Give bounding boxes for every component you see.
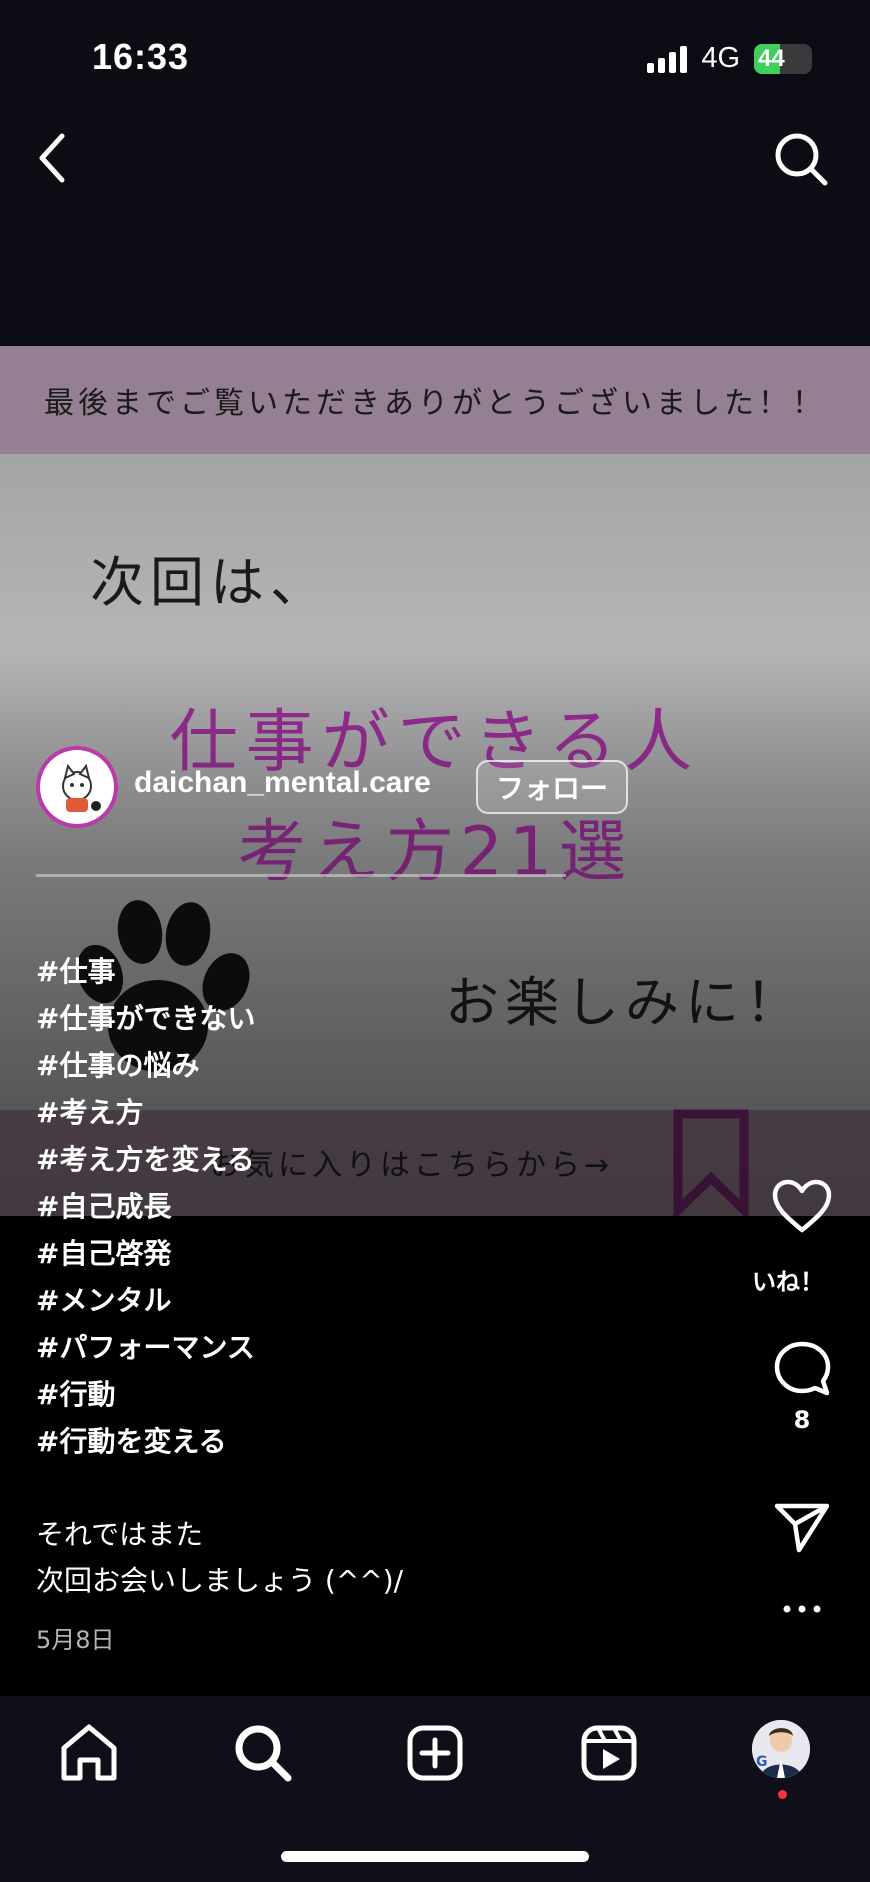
status-time: 16:33 (92, 36, 190, 77)
more-button[interactable] (762, 1604, 842, 1614)
hashtag-link[interactable]: #仕事の悩み (36, 1042, 255, 1089)
svg-text:G: G (756, 1754, 768, 1770)
hashtag-link[interactable]: #自己啓発 (36, 1230, 255, 1277)
more-icon (783, 1605, 821, 1613)
hashtag-list: #仕事 #仕事ができない #仕事の悩み #考え方 #考え方を変える #自己成長 #自己啓発 #… (36, 948, 255, 1465)
comment-button[interactable]: 8 (762, 1340, 842, 1434)
reels-icon[interactable] (578, 1722, 640, 1784)
post-footer-text: お気に入りはこちらから→ (210, 1148, 614, 1183)
status-indicators: 4G 44 (647, 42, 812, 75)
battery-level: 44 (758, 44, 785, 72)
battery-icon: 44 (754, 43, 812, 74)
notification-dot (778, 1790, 787, 1799)
add-icon[interactable] (404, 1722, 466, 1784)
hashtag-link[interactable]: #考え方を変える (36, 1136, 255, 1183)
profile-avatar-image: G (752, 1720, 810, 1778)
like-button[interactable] (762, 1178, 842, 1234)
hashtag-link[interactable]: #行動 (36, 1371, 255, 1418)
comment-icon (774, 1341, 831, 1396)
author-username[interactable]: daichan_mental.care (134, 766, 431, 800)
author-avatar[interactable] (36, 746, 118, 828)
search-icon[interactable] (772, 130, 830, 188)
hashtag-link[interactable]: #自己成長 (36, 1183, 255, 1230)
caption-line1: それではまた (36, 1518, 204, 1551)
post-title-line2: 考え方21選 (237, 813, 633, 892)
cat-mascot-icon (62, 763, 101, 812)
divider (36, 874, 566, 877)
avatar-image (40, 750, 114, 824)
hashtag-link[interactable]: #パフォーマンス (36, 1324, 255, 1371)
bookmark-icon (673, 1109, 749, 1216)
heart-icon (772, 1179, 832, 1233)
post-banner: 最後までご覧いただきありがとうございました！！ (0, 346, 870, 454)
search-icon[interactable] (232, 1722, 294, 1784)
follow-button[interactable]: フォロー (476, 760, 628, 814)
signal-icon (647, 45, 688, 73)
home-indicator (281, 1851, 589, 1862)
hashtag-link[interactable]: #仕事 (36, 948, 255, 995)
chevron-left-icon[interactable] (30, 128, 74, 188)
hashtag-link[interactable]: #メンタル (36, 1277, 255, 1324)
profile-avatar[interactable]: G (752, 1720, 810, 1778)
hashtag-link[interactable]: #考え方 (36, 1089, 255, 1136)
share-button[interactable] (762, 1500, 842, 1554)
caption-line2: 次回お会いしましょう (^^)/ (36, 1564, 404, 1597)
send-icon (774, 1503, 830, 1553)
hashtag-link[interactable]: #行動を変える (36, 1418, 255, 1465)
caption-text: それではまた 次回お会いしましょう (^^)/ (36, 1512, 403, 1604)
home-icon[interactable] (58, 1722, 120, 1784)
post-banner-text: 最後までご覧いただきありがとうございました！！ (44, 386, 826, 421)
network-label: 4G (701, 42, 740, 74)
post-next-text: 次回は、 (90, 551, 330, 614)
post-enjoy-text: お楽しみに！ (445, 971, 805, 1034)
comment-count: 8 (793, 1406, 811, 1434)
post-title-line1: 仕事ができる人 (169, 703, 701, 782)
hashtag-link[interactable]: #仕事ができない (36, 995, 255, 1042)
post-date: 5月8日 (36, 1626, 115, 1654)
like-label: いね！ (752, 1268, 824, 1296)
